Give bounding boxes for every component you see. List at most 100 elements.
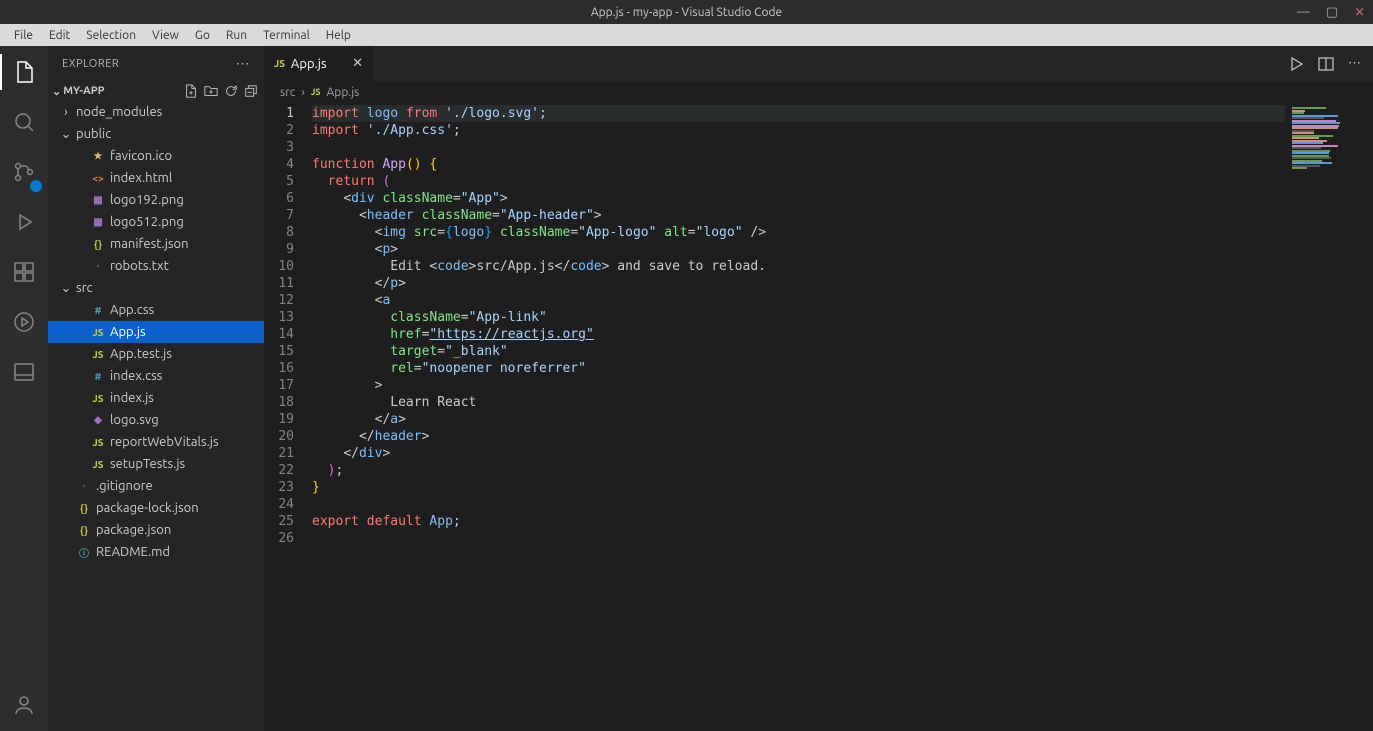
breadcrumbs[interactable]: src › JS App.js bbox=[264, 81, 1373, 103]
tree-label: index.html bbox=[110, 171, 172, 185]
explorer-more-icon[interactable]: ⋯ bbox=[236, 55, 251, 72]
file-reportWebVitals-js[interactable]: JSreportWebVitals.js bbox=[48, 431, 264, 453]
explorer-icon[interactable] bbox=[0, 54, 48, 90]
line-gutter: 1234567891011121314151617181920212223242… bbox=[264, 103, 312, 731]
minimap-line bbox=[1292, 167, 1307, 169]
css-icon: # bbox=[90, 305, 106, 316]
tree-label: App.js bbox=[110, 325, 146, 339]
js-icon: JS bbox=[90, 393, 106, 404]
menu-help[interactable]: Help bbox=[318, 27, 359, 44]
file-index-js[interactable]: JS index.js bbox=[48, 387, 264, 409]
run-debug-icon[interactable] bbox=[0, 204, 48, 240]
code-content[interactable]: import logo from './logo.svg';import './… bbox=[312, 103, 1285, 731]
minimize-icon[interactable]: — bbox=[1297, 5, 1310, 20]
search-icon[interactable] bbox=[0, 104, 48, 140]
file-setupTests-js[interactable]: JS setupTests.js bbox=[48, 453, 264, 475]
tree-label: src bbox=[76, 281, 93, 295]
extensions-icon[interactable] bbox=[0, 254, 48, 290]
menu-terminal[interactable]: Terminal bbox=[255, 27, 318, 44]
tab-app-js[interactable]: JS App.js ✕ bbox=[264, 46, 374, 81]
explorer-title: EXPLORER bbox=[62, 58, 119, 70]
collapse-all-icon[interactable] bbox=[244, 84, 258, 98]
new-folder-icon[interactable] bbox=[204, 84, 218, 98]
menu-go[interactable]: Go bbox=[187, 27, 218, 44]
tree-label: node_modules bbox=[76, 105, 162, 119]
css-icon: # bbox=[90, 371, 106, 382]
file-App-test-js[interactable]: JSApp.test.js bbox=[48, 343, 264, 365]
tree-label: public bbox=[76, 127, 111, 141]
file--gitignore[interactable]: ◦.gitignore bbox=[48, 475, 264, 497]
file-index-css[interactable]: # index.css bbox=[48, 365, 264, 387]
project-header[interactable]: ⌄ MY-APP bbox=[48, 81, 264, 101]
file-robots-txt[interactable]: ◦robots.txt bbox=[48, 255, 264, 277]
menu-edit[interactable]: Edit bbox=[41, 27, 78, 44]
run-file-icon[interactable] bbox=[1288, 56, 1304, 72]
titlebar: App.js - my-app - Visual Studio Code — ▢… bbox=[0, 0, 1373, 24]
json-icon: {} bbox=[76, 525, 92, 536]
chevron-right-icon: › bbox=[60, 105, 72, 119]
folder-node_modules[interactable]: › node_modules bbox=[48, 101, 264, 123]
folder-public[interactable]: ⌄ public bbox=[48, 123, 264, 145]
panel-icon[interactable] bbox=[0, 354, 48, 390]
menu-view[interactable]: View bbox=[144, 27, 187, 44]
code-editor[interactable]: 1234567891011121314151617181920212223242… bbox=[264, 103, 1373, 731]
breadcrumb-file[interactable]: App.js bbox=[327, 86, 360, 99]
chevron-down-icon: ⌄ bbox=[60, 127, 72, 142]
tree-label: README.md bbox=[96, 545, 170, 559]
file-README-md[interactable]: ⓘ README.md bbox=[48, 541, 264, 563]
editor-area: JS App.js ✕ ⋯ src › JS App.js 1234567891… bbox=[264, 46, 1373, 731]
folder-src[interactable]: ⌄src bbox=[48, 277, 264, 299]
activity-bar bbox=[0, 46, 48, 731]
scm-badge bbox=[30, 180, 42, 192]
file-manifest-json[interactable]: {}manifest.json bbox=[48, 233, 264, 255]
refresh-icon[interactable] bbox=[224, 84, 238, 98]
txt-icon: ◦ bbox=[76, 480, 92, 492]
menu-selection[interactable]: Selection bbox=[78, 27, 144, 44]
file-logo512-png[interactable]: ▦logo512.png bbox=[48, 211, 264, 233]
tree-label: reportWebVitals.js bbox=[110, 435, 219, 449]
file-package-lock-json[interactable]: {}package-lock.json bbox=[48, 497, 264, 519]
menu-file[interactable]: File bbox=[6, 27, 41, 44]
tree-label: index.css bbox=[110, 369, 162, 383]
file-favicon-ico[interactable]: ★favicon.ico bbox=[48, 145, 264, 167]
menu-run[interactable]: Run bbox=[218, 27, 255, 44]
file-logo192-png[interactable]: ▦logo192.png bbox=[48, 189, 264, 211]
split-editor-icon[interactable] bbox=[1318, 56, 1334, 72]
run-icon[interactable] bbox=[0, 304, 48, 340]
tab-close-icon[interactable]: ✕ bbox=[352, 56, 363, 71]
sidebar-header: EXPLORER ⋯ bbox=[48, 46, 264, 81]
tree-label: setupTests.js bbox=[110, 457, 185, 471]
tree-label: index.js bbox=[110, 391, 154, 405]
js-icon: JS bbox=[274, 58, 285, 69]
txt-icon: ◦ bbox=[90, 260, 106, 272]
file-App-css[interactable]: # App.css bbox=[48, 299, 264, 321]
tree-label: App.css bbox=[110, 303, 154, 317]
chevron-down-icon: ⌄ bbox=[52, 85, 61, 98]
breadcrumb-folder[interactable]: src bbox=[280, 86, 295, 99]
close-window-icon[interactable]: ⨯ bbox=[1354, 5, 1365, 20]
minimap[interactable] bbox=[1285, 103, 1373, 731]
maximize-icon[interactable]: ▢ bbox=[1326, 5, 1338, 20]
accounts-icon[interactable] bbox=[0, 687, 48, 723]
img-icon: ▦ bbox=[90, 194, 106, 206]
workbench: EXPLORER ⋯ ⌄ MY-APP › node_modules ⌄ public… bbox=[0, 46, 1373, 731]
file-App-js[interactable]: JSApp.js bbox=[48, 321, 264, 343]
js-icon: JS bbox=[311, 87, 321, 97]
window-title: App.js - my-app - Visual Studio Code bbox=[591, 6, 782, 19]
source-control-icon[interactable] bbox=[0, 154, 48, 190]
svg-icon: ◆ bbox=[90, 414, 106, 426]
json-icon: {} bbox=[76, 503, 92, 514]
new-file-icon[interactable] bbox=[184, 84, 198, 98]
js-icon: JS bbox=[90, 459, 106, 470]
file-index-html[interactable]: <> index.html bbox=[48, 167, 264, 189]
js-icon: JS bbox=[90, 349, 106, 360]
file-package-json[interactable]: {} package.json bbox=[48, 519, 264, 541]
tree-label: package.json bbox=[96, 523, 171, 537]
more-actions-icon[interactable]: ⋯ bbox=[1348, 56, 1361, 71]
tree-label: manifest.json bbox=[110, 237, 189, 251]
file-logo-svg[interactable]: ◆logo.svg bbox=[48, 409, 264, 431]
file-tree: › node_modules ⌄ public ★favicon.ico <> index.… bbox=[48, 101, 264, 731]
tree-label: logo512.png bbox=[110, 215, 184, 229]
md-icon: ⓘ bbox=[76, 545, 92, 560]
html-icon: <> bbox=[90, 173, 106, 184]
